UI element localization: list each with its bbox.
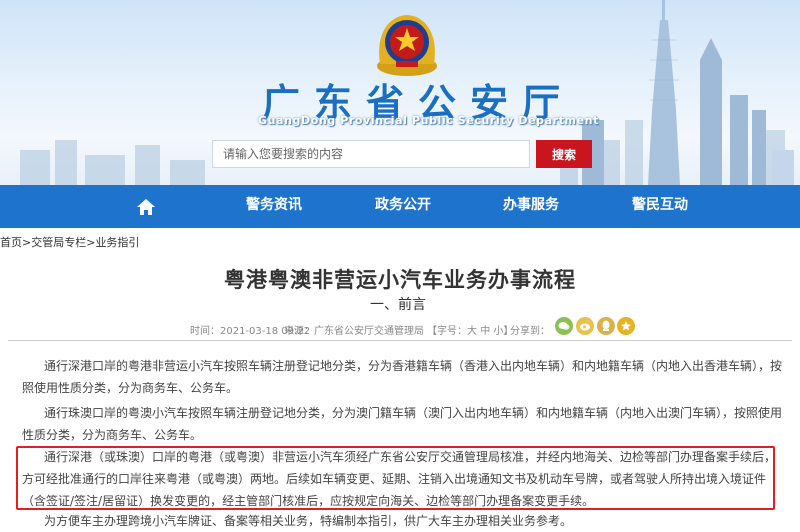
paragraph-4: 为方便车主办理跨境小汽车牌证、备案等相关业务，特编制本指引，供广大车主办理相关业… [44,514,573,528]
qzone-icon[interactable] [617,317,635,335]
home-icon [137,198,155,215]
site-subtitle: GuangDong Provincial Public Security Dep… [258,114,599,127]
weibo-icon[interactable] [576,317,594,335]
main-nav: 警务资讯 政务公开 办事服务 警民互动 [0,185,800,228]
breadcrumb-separator: > [22,236,32,249]
search-button[interactable]: 搜索 [536,140,592,168]
wechat-icon[interactable] [555,317,573,335]
nav-home-button[interactable] [128,185,164,228]
search-input[interactable] [212,140,530,168]
content-divider [8,340,792,341]
breadcrumb-traffic-column[interactable]: 交管局专栏 [31,234,86,250]
article-source: 来源：广东省公安厅交通管理局 [284,326,424,337]
nav-item-interaction[interactable]: 警民互动 [632,185,688,228]
paragraph-1: 通行深港口岸的粤港非营运小汽车按照车辆注册登记地分类，分为香港籍车辆（香港入出内… [22,359,783,395]
font-size-small[interactable]: 小 [493,326,503,337]
font-size-medium[interactable]: 中 [480,326,490,337]
section-heading: 一、前言 [370,297,426,313]
nav-item-services[interactable]: 办事服务 [503,185,559,228]
font-size-large[interactable]: 大 [467,326,477,337]
nav-item-police-news[interactable]: 警务资讯 [246,185,302,228]
breadcrumb-separator: > [86,236,96,249]
police-emblem-icon [377,15,437,76]
breadcrumb-business-guide[interactable]: 业务指引 [95,234,139,250]
share-label: 分享到： [510,326,550,337]
font-size-label: 【字号： [427,326,467,337]
font-size-control: 【字号：大 中 小】 [427,322,513,337]
paragraph-2: 通行珠澳口岸的粤澳小汽车按照车辆注册登记地分类，分为澳门籍车辆（澳门入出内地车辆… [22,406,783,442]
header-banner: 广东省公安厅 GuangDong Provincial Public Secur… [0,0,800,185]
breadcrumb-home[interactable]: 首页 [0,234,22,250]
qq-icon[interactable] [597,317,615,335]
breadcrumb: 首页 > 交管局专栏 > 业务指引 [0,234,139,250]
highlight-box [16,446,775,510]
article-title: 粤港粤澳非营运小汽车业务办事流程 [224,268,576,292]
nav-item-government-affairs[interactable]: 政务公开 [375,185,431,228]
